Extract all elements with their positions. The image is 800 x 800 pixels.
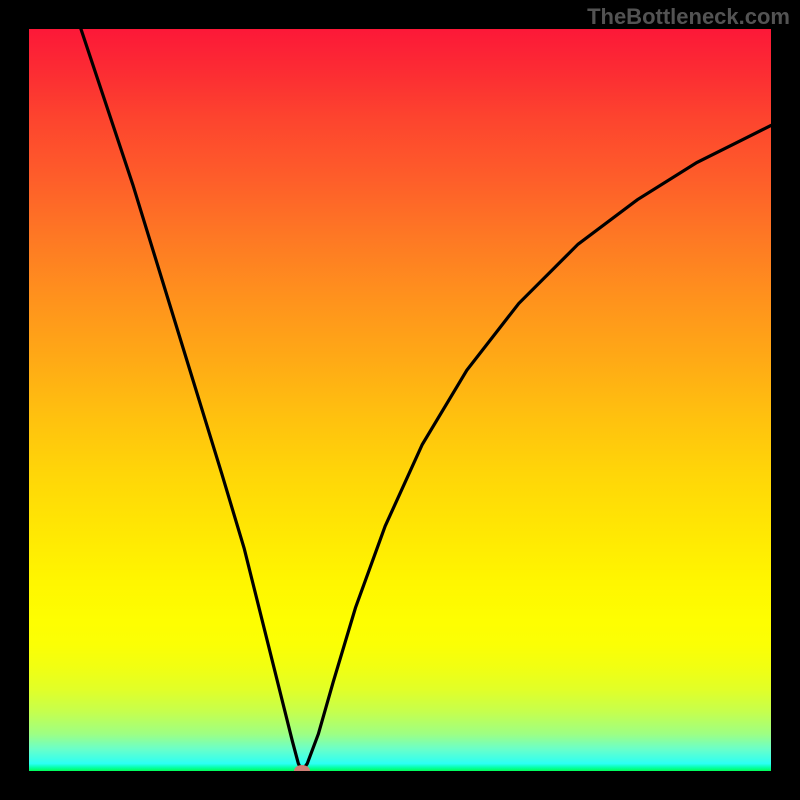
chart-curve-svg (29, 29, 771, 771)
optimal-point-marker (294, 765, 310, 771)
bottleneck-curve (81, 29, 771, 771)
chart-plot-area (29, 29, 771, 771)
watermark-text: TheBottleneck.com (587, 4, 790, 30)
